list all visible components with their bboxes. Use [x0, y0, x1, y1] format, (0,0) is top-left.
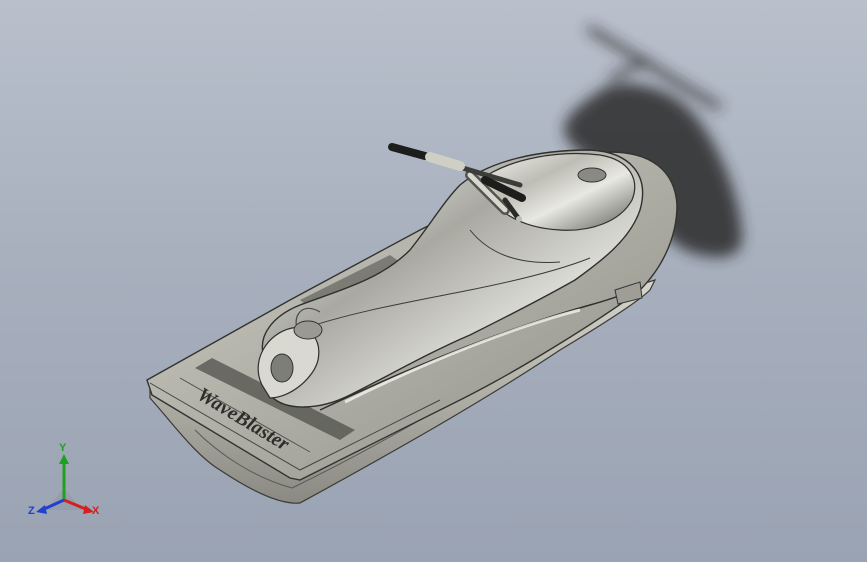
left-grip	[388, 143, 429, 160]
model-render[interactable]: WaveBlaster	[0, 0, 867, 562]
graphics-viewport[interactable]: WaveBlaster Y X Z	[0, 0, 867, 562]
z-axis-label: Z	[28, 505, 35, 517]
x-axis-label: X	[92, 505, 100, 517]
y-axis-label: Y	[59, 442, 67, 454]
view-triad[interactable]: Y X Z	[28, 442, 104, 524]
badge-emblem	[577, 167, 607, 183]
